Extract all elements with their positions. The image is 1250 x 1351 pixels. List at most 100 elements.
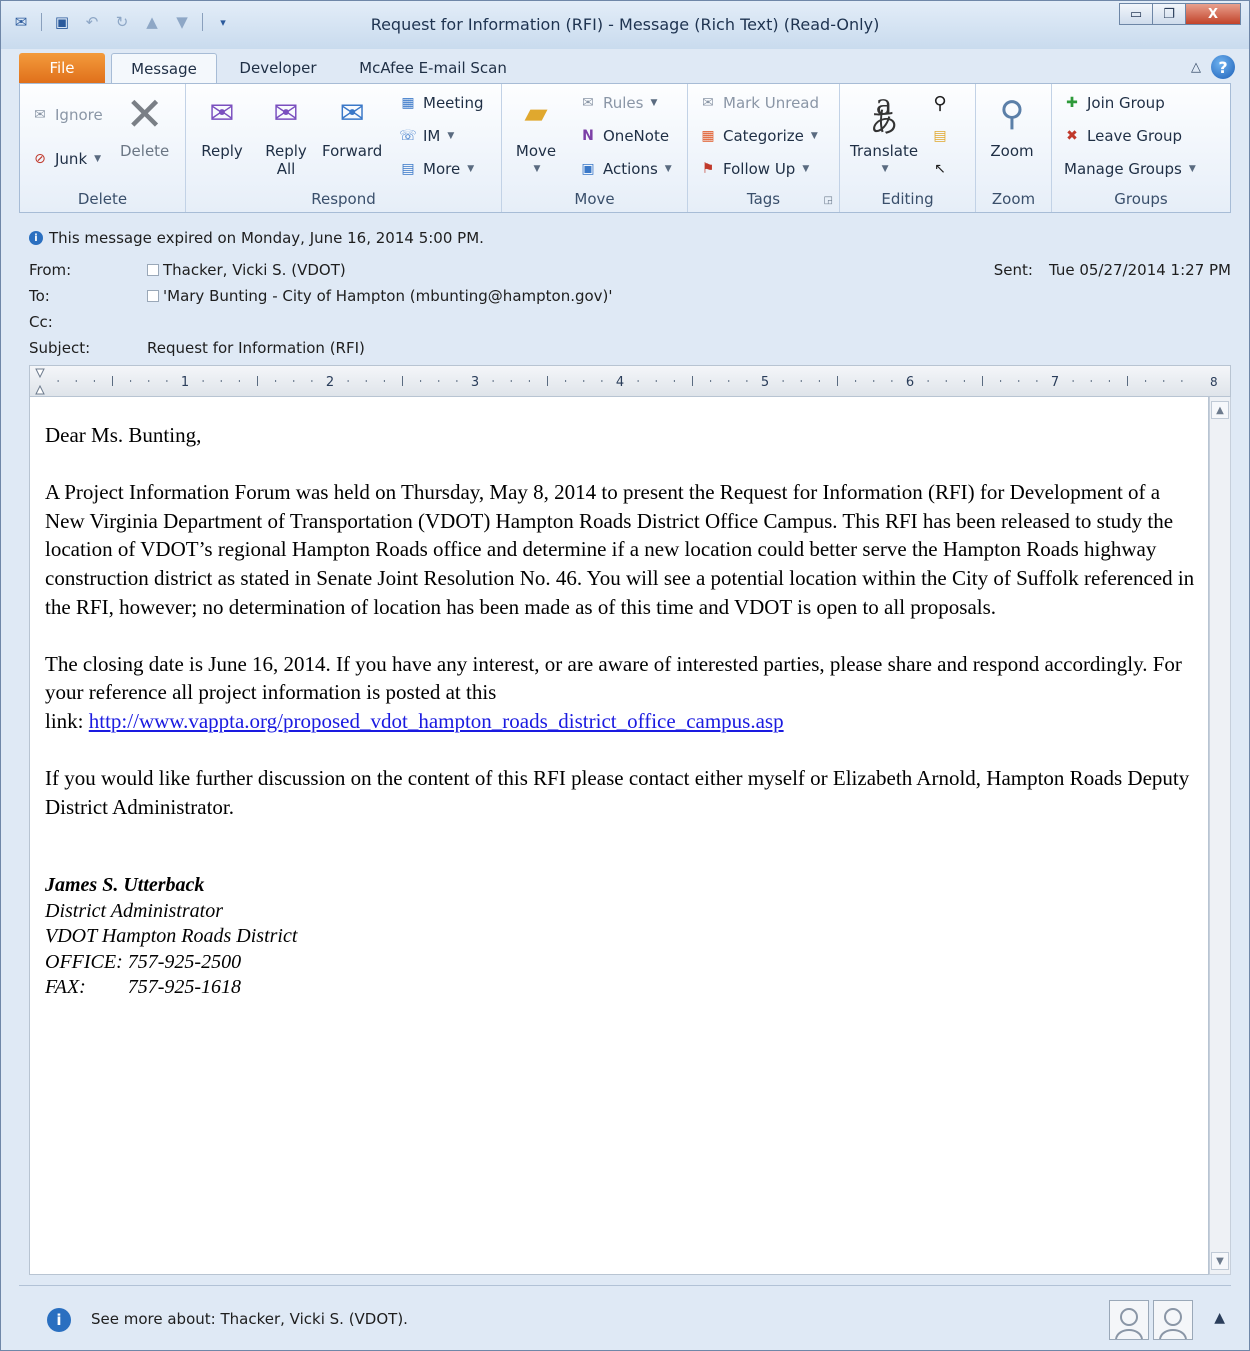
forward-button[interactable]: ✉ Forward [322,92,382,161]
meeting-button[interactable]: ▦ Meeting [398,94,483,112]
ruler-number: 7 [1051,375,1059,390]
delete-button[interactable]: ✕ Delete [120,87,170,160]
to-row: To: 'Mary Bunting - City of Hampton (mbu… [29,287,613,305]
related-icon[interactable]: ▤ [930,127,950,145]
mark-unread-button[interactable]: ✉ Mark Unread [698,94,819,112]
ignore-icon: ✉ [34,107,46,123]
avatar[interactable] [1153,1300,1193,1340]
reply-all-button[interactable]: ✉ Reply All [264,92,308,179]
scroll-down-icon[interactable]: ▼ [1211,1252,1229,1270]
groups-group: ✚ Join Group ✖ Leave Group Manage Groups… [1052,84,1230,212]
tab-file[interactable]: File [19,53,105,83]
join-group-button[interactable]: ✚ Join Group [1062,94,1165,112]
rules-button[interactable]: ✉ Rules ▼ [578,94,657,112]
chevron-down-icon: ▼ [664,164,672,174]
greeting: Dear Ms. Bunting, [45,423,202,447]
to-value[interactable]: 'Mary Bunting - City of Hampton (mbuntin… [147,287,613,305]
first-line-indent-marker[interactable] [35,368,45,379]
zoom-label: Zoom [990,142,1034,160]
people-pane-text[interactable]: See more about: Thacker, Vicki S. (VDOT)… [91,1310,408,1328]
signature-name: James S. Utterback [45,874,205,897]
cc-row: Cc: [29,313,147,331]
chevron-down-icon: ▼ [802,164,810,174]
message-body[interactable]: Dear Ms. Bunting, A Project Information … [29,397,1209,1275]
close-button[interactable]: X [1185,3,1241,25]
delete-group: ✉ Ignore ⊘ Junk ▼ ✕ Delete Delete [20,84,186,212]
more-label: More [423,160,461,178]
join-group-label: Join Group [1087,94,1165,112]
reply-all-label-line2: All [276,160,296,178]
ruler-number: 3 [471,375,479,390]
title-bar: ✉ ▣ ↶ ↻ ▲ ▼ ▾ Request for Information (R… [1,1,1249,49]
more-button[interactable]: ▤ More ▼ [398,160,474,178]
message-header: i This message expired on Monday, June 1… [19,223,1231,363]
mark-unread-label: Mark Unread [723,94,820,112]
zoom-group-label: Zoom [991,190,1036,208]
minimize-ribbon-icon[interactable]: △ [1191,60,1201,75]
categorize-icon: ▦ [701,128,715,144]
project-info-link[interactable]: http://www.vappta.org/proposed_vdot_hamp… [89,709,784,733]
sent-label: Sent: [993,261,1033,279]
link-prefix: link: [45,708,89,733]
tags-dialog-launcher-icon[interactable]: ◲ [824,195,833,206]
actions-label: Actions [603,160,658,178]
ribbon-tabs: File Message Developer McAfee E-mail Sca… [1,49,1249,83]
delete-label: Delete [120,142,170,160]
im-button[interactable]: ☏ IM ▼ [398,127,454,145]
chevron-down-icon: ▼ [881,164,889,174]
hanging-indent-marker[interactable] [35,384,45,395]
from-name: Thacker, Vicki S. (VDOT) [163,261,346,279]
zoom-button[interactable]: ⚲ Zoom [990,92,1034,160]
from-value[interactable]: Thacker, Vicki S. (VDOT) [147,261,346,279]
body-paragraph-1: A Project Information Forum was held on … [45,480,1195,619]
translate-button[interactable]: aあ Translate ▼ [850,91,918,178]
onenote-button[interactable]: N OneNote [578,127,669,145]
categorize-label: Categorize [723,127,804,145]
meeting-label: Meeting [423,94,484,112]
categorize-button[interactable]: ▦ Categorize ▼ [698,127,817,145]
signature-org: VDOT Hampton Roads District [45,925,298,948]
move-group-label: Move [574,190,615,208]
select-icon[interactable]: ↖ [930,160,950,178]
subject-value: Request for Information (RFI) [147,339,365,357]
find-icon[interactable]: ⚲ [930,93,950,114]
body-paragraph-2-text: The closing date is June 16, 2014. If yo… [45,651,1182,705]
tab-developer[interactable]: Developer [227,53,329,83]
chevron-down-icon: ▼ [467,164,475,174]
chevron-down-icon: ▼ [533,164,541,174]
tab-message[interactable]: Message [111,53,217,83]
signature-fax-label: FAX: [45,976,86,999]
expand-people-pane-icon[interactable]: ▲ [1214,1310,1225,1326]
im-label: IM [423,127,441,145]
avatar[interactable] [1109,1300,1149,1340]
follow-up-button[interactable]: ⚑ Follow Up ▼ [698,160,810,178]
ignore-button[interactable]: ✉ Ignore [30,106,103,124]
junk-icon: ⊘ [34,151,46,167]
minimize-button[interactable]: ▭ [1119,3,1153,25]
reply-button[interactable]: ✉ Reply [200,92,244,161]
actions-button[interactable]: ▣ Actions ▼ [578,160,672,178]
delete-group-label: Delete [77,190,128,208]
actions-icon: ▣ [581,161,595,177]
contact-checkbox [147,264,159,276]
delete-x-icon: ✕ [125,87,164,141]
rules-icon: ✉ [582,95,594,111]
junk-button[interactable]: ⊘ Junk ▼ [30,150,101,168]
leave-group-button[interactable]: ✖ Leave Group [1062,127,1182,145]
manage-groups-button[interactable]: Manage Groups ▼ [1064,160,1196,178]
signature-fax: FAX: 757-925-1618 [45,975,1200,1001]
editing-group-label: Editing [881,190,934,208]
tab-mcafee-email-scan[interactable]: McAfee E-mail Scan [347,53,519,83]
person-icon [1115,1308,1143,1339]
leave-group-icon: ✖ [1066,128,1078,144]
restore-button[interactable]: ❐ [1152,3,1186,25]
move-button[interactable]: ▰ Move ▼ [514,92,558,178]
scroll-up-icon[interactable]: ▲ [1211,401,1229,419]
help-icon[interactable]: ? [1211,55,1235,79]
subject-row: Subject: Request for Information (RFI) [29,339,365,357]
move-label: Move [515,142,557,160]
reply-all-label-line1: Reply [265,142,307,160]
reply-icon: ✉ [209,96,235,131]
signature-title: District Administrator [45,899,223,922]
vertical-scrollbar[interactable]: ▲ ▼ [1209,397,1231,1275]
